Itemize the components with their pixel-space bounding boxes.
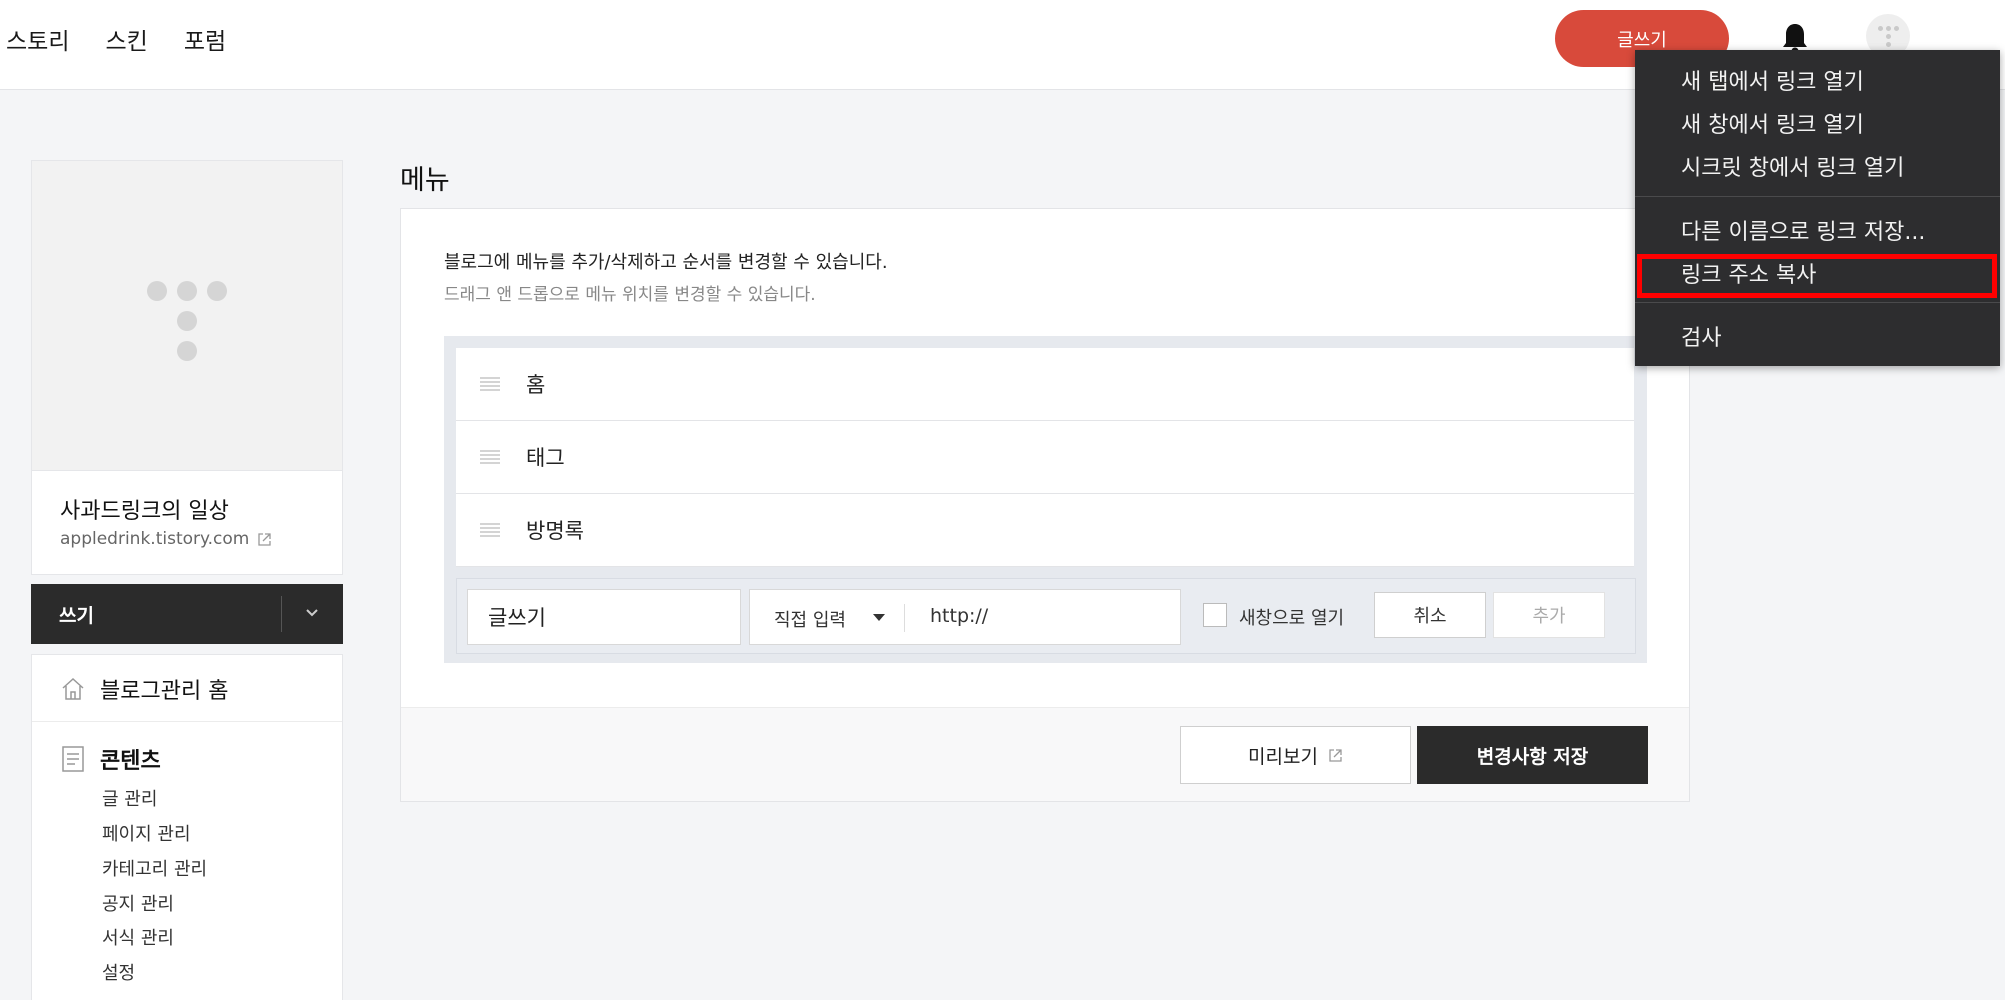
blog-name: 사과드링크의 일상 <box>60 499 229 524</box>
divider <box>1635 302 2000 303</box>
menu-item-name: 홈 <box>526 373 546 397</box>
sidebar-item-label[interactable]: 블로그관리 홈 <box>100 673 228 705</box>
menu-list-item[interactable]: 방명록 <box>456 494 1634 567</box>
ctx-open-incognito[interactable]: 시크릿 창에서 링크 열기 <box>1681 150 1904 182</box>
add-button[interactable]: 추가 <box>1493 592 1605 638</box>
sidebar-item-home[interactable]: 블로그관리 홈 <box>60 673 228 705</box>
ctx-inspect[interactable]: 검사 <box>1681 320 1721 352</box>
nav-skin[interactable]: 스킨 <box>105 22 147 56</box>
write-dropdown-bar[interactable]: 쓰기 <box>31 584 343 644</box>
nav-forum[interactable]: 포럼 <box>184 22 226 56</box>
drag-handle-icon[interactable] <box>480 377 500 391</box>
menu-item-name: 태그 <box>526 446 565 470</box>
menu-list-item[interactable]: 태그 <box>456 421 1634 494</box>
drag-handle-icon[interactable] <box>480 523 500 537</box>
sidebar-subitem-settings[interactable]: 설정 <box>102 959 135 985</box>
url-input[interactable]: http:// <box>930 605 988 627</box>
write-label[interactable]: 쓰기 <box>59 601 94 628</box>
sidebar-subitem-templates[interactable]: 서식 관리 <box>102 924 174 950</box>
save-changes-button[interactable]: 변경사항 저장 <box>1417 726 1648 784</box>
external-link-icon <box>1329 748 1342 762</box>
description: 블로그에 메뉴를 추가/삭제하고 순서를 변경할 수 있습니다. <box>444 252 888 273</box>
sidebar-subitem-posts[interactable]: 글 관리 <box>102 785 157 811</box>
ctx-open-new-window[interactable]: 새 창에서 링크 열기 <box>1681 107 1864 139</box>
preview-label[interactable]: 미리보기 <box>1248 742 1318 769</box>
new-window-checkbox[interactable] <box>1203 603 1227 627</box>
nav-story[interactable]: 스토리 <box>6 22 69 56</box>
sidebar-subitem-notices[interactable]: 공지 관리 <box>102 890 174 916</box>
ctx-open-new-tab[interactable]: 새 탭에서 링크 열기 <box>1681 64 1864 96</box>
caret-down-icon[interactable] <box>873 614 885 621</box>
sidebar-menu: 블로그관리 홈 콘텐츠 글 관리 페이지 관리 카테고리 관리 공지 관리 서식… <box>31 654 343 1000</box>
menu-list-item[interactable]: 홈 <box>456 348 1634 421</box>
menu-list: 홈 태그 방명록 직접 입력 http:// 새창으로 열기 취소 추가 <box>444 336 1647 663</box>
divider <box>281 596 282 632</box>
menu-name-input[interactable] <box>467 589 741 645</box>
blog-url-link[interactable]: appledrink.tistory.com <box>60 529 272 549</box>
drag-handle-icon[interactable] <box>480 450 500 464</box>
context-menu: 새 탭에서 링크 열기 새 창에서 링크 열기 시크릿 창에서 링크 열기 다른… <box>1635 50 2000 366</box>
divider <box>32 721 342 722</box>
sidebar-subitem-categories[interactable]: 카테고리 관리 <box>102 855 207 881</box>
menu-type-field[interactable]: 직접 입력 http:// <box>749 589 1181 645</box>
menu-type-select[interactable]: 직접 입력 <box>774 606 846 632</box>
sidebar-item-label[interactable]: 콘텐츠 <box>100 743 161 775</box>
blog-profile-card: 사과드링크의 일상 appledrink.tistory.com <box>31 160 343 575</box>
divider <box>1635 196 2000 197</box>
description-hint: 드래그 앤 드롭으로 메뉴 위치를 변경할 수 있습니다. <box>444 285 816 305</box>
blog-url[interactable]: appledrink.tistory.com <box>60 529 249 549</box>
new-window-label[interactable]: 새창으로 열기 <box>1239 604 1344 630</box>
external-link-icon <box>258 532 272 546</box>
sidebar-item-contents[interactable]: 콘텐츠 <box>60 743 161 775</box>
divider <box>904 604 905 632</box>
menu-item-name: 방명록 <box>526 519 584 543</box>
blog-logo <box>32 161 342 471</box>
sidebar-subitem-pages[interactable]: 페이지 관리 <box>102 820 191 846</box>
chevron-down-icon[interactable] <box>301 602 323 624</box>
document-icon <box>62 746 84 772</box>
cancel-button[interactable]: 취소 <box>1374 592 1486 638</box>
home-icon <box>62 677 84 700</box>
page-title: 메뉴 <box>400 165 450 196</box>
ctx-save-link-as[interactable]: 다른 이름으로 링크 저장... <box>1681 214 1925 246</box>
top-nav: 스토리 스킨 포럼 <box>6 22 226 56</box>
add-menu-row: 직접 입력 http:// 새창으로 열기 취소 추가 <box>456 578 1636 654</box>
preview-button[interactable]: 미리보기 <box>1180 726 1411 784</box>
highlight-box <box>1637 254 1997 298</box>
